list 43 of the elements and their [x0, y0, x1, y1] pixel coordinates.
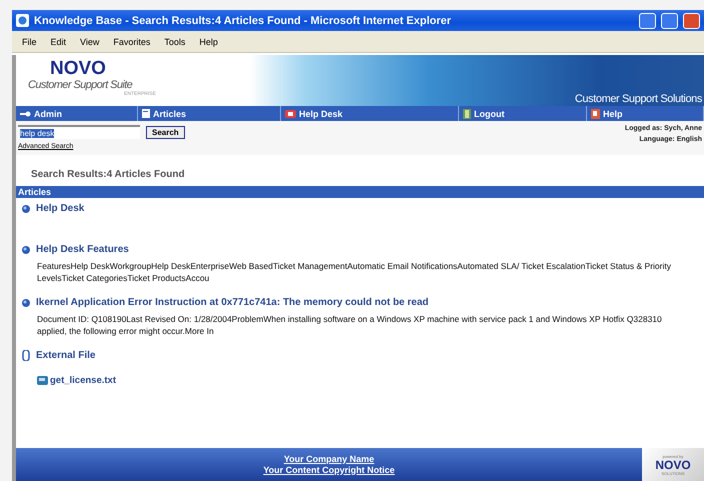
menu-item[interactable]: Edit — [50, 36, 66, 46]
document-icon — [142, 109, 150, 118]
nav-tab[interactable]: Logout — [459, 106, 587, 121]
attachment-icon — [22, 350, 30, 361]
nav-tab[interactable]: Help — [587, 106, 704, 121]
bullet-icon — [22, 204, 30, 212]
file-link[interactable]: get_license.txt — [37, 375, 704, 386]
search-button[interactable]: Search — [146, 126, 185, 138]
external-file-heading: External File — [22, 350, 704, 361]
menu-item[interactable]: File — [22, 36, 37, 46]
product-name: Customer Support Suite — [28, 79, 134, 91]
tagline: Customer Support Solutions — [574, 93, 702, 105]
menu-item[interactable]: Tools — [164, 36, 186, 46]
window-title: Knowledge Base - Search Results:4 Articles Found - Microsoft Internet Explorer — [34, 14, 452, 26]
logo: NOVO — [50, 59, 107, 79]
search-field[interactable]: help desk — [18, 125, 140, 139]
nav-tab[interactable]: Articles — [138, 106, 281, 121]
bullet-icon — [22, 246, 30, 254]
article-link[interactable]: Ikernel Application Error Instruction at 0x771c741a: The memory could not be read — [22, 297, 704, 308]
browser-icon — [16, 14, 29, 27]
article-summary: Document ID: Q108190Last Revised On: 1/28/2004ProblemWhen installing software on a Windows XP machine with service pack 1 and Windows XP Hotfix Q328310 applied, the following error might occur.More In — [37, 313, 663, 337]
article-summary: FeaturesHelp DeskWorkgroupHelp DeskEnterpriseWeb BasedTicket ManagementAutomatic Email NotificationsAutomated SLA/ Ticket EscalationTicket Status & Priority LevelsTicket CategoriesTicket ProductsAccou — [37, 260, 672, 284]
key-icon — [20, 110, 31, 117]
book-icon — [591, 108, 600, 118]
copyright-link[interactable]: Your Content Copyright Notice — [263, 464, 395, 476]
company-link[interactable]: Your Company Name — [284, 454, 374, 464]
menu-item[interactable]: Favorites — [113, 36, 150, 46]
article-link[interactable]: Help Desk — [22, 203, 704, 214]
nav-tab[interactable]: Help Desk — [281, 106, 459, 121]
file-icon — [37, 376, 48, 385]
maximize-button[interactable] — [661, 12, 678, 28]
footer-logo: NOVO — [655, 458, 691, 470]
phone-icon — [285, 110, 296, 118]
bullet-icon — [22, 298, 30, 306]
section-header: Articles — [16, 186, 704, 198]
nav-tab[interactable]: Admin — [16, 106, 138, 121]
results-heading: Search Results:4 Articles Found — [31, 169, 186, 180]
door-icon — [463, 108, 471, 118]
article-link[interactable]: Help Desk Features — [22, 244, 704, 255]
menu-item[interactable]: Help — [199, 36, 218, 46]
close-button[interactable] — [683, 12, 700, 28]
menu-item[interactable]: View — [80, 36, 100, 46]
minimize-button[interactable] — [639, 12, 656, 28]
